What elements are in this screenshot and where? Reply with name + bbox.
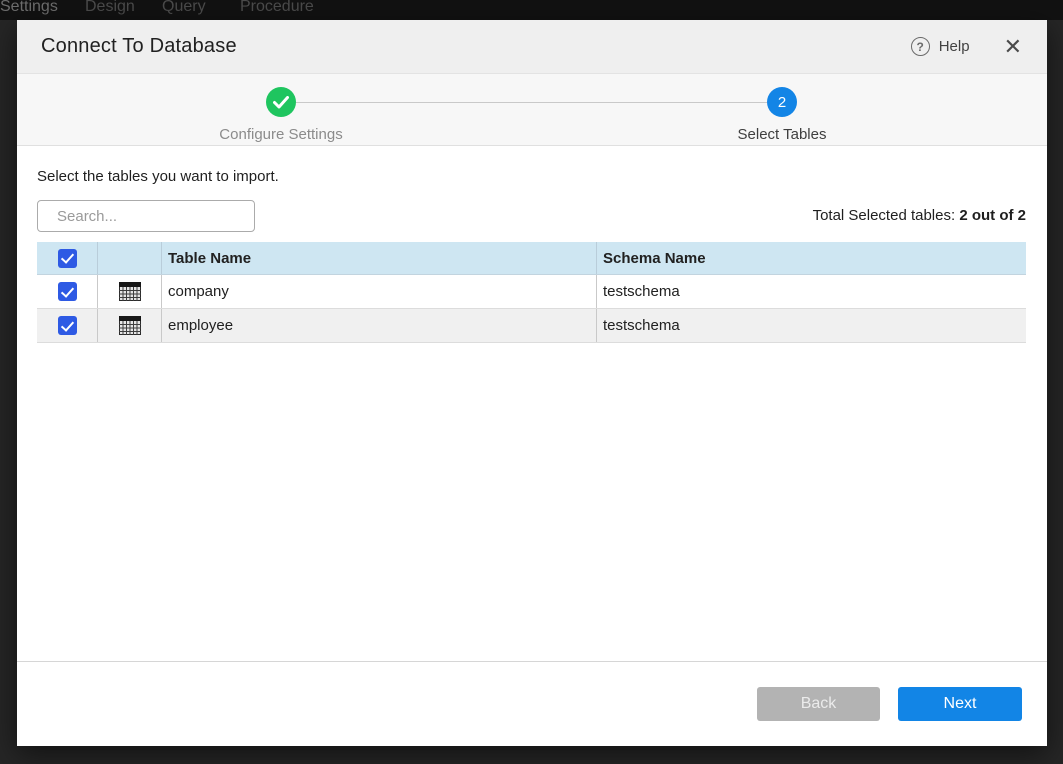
- row-checkbox[interactable]: [58, 316, 77, 335]
- icon-column-header: [98, 242, 162, 274]
- instruction-text: Select the tables you want to import.: [37, 168, 279, 185]
- connect-to-database-dialog: Connect To Database ? Help ✕ Configure S…: [17, 20, 1047, 746]
- cell-table-name: employee: [162, 309, 597, 342]
- help-button[interactable]: ? Help: [911, 37, 970, 56]
- column-header-schema-name[interactable]: Schema Name: [597, 242, 1026, 274]
- step-configure-settings[interactable]: Configure Settings: [201, 87, 361, 143]
- menu-item-design[interactable]: Design: [85, 0, 135, 16]
- cell-schema-name: testschema: [597, 275, 1026, 308]
- next-button[interactable]: Next: [898, 687, 1022, 721]
- table-search-box[interactable]: [37, 200, 255, 232]
- menu-item-query[interactable]: Query: [162, 0, 206, 16]
- dialog-header: Connect To Database ? Help ✕: [17, 20, 1047, 73]
- total-selected-label: Total Selected tables:: [813, 207, 960, 224]
- step-number-badge: 2: [767, 87, 797, 117]
- row-checkbox[interactable]: [58, 282, 77, 301]
- search-input[interactable]: [57, 208, 256, 225]
- select-all-checkbox[interactable]: [58, 249, 77, 268]
- menu-item-procedure[interactable]: Procedure: [240, 0, 314, 16]
- back-button[interactable]: Back: [757, 687, 880, 721]
- table-header-row: Table Name Schema Name: [37, 242, 1026, 275]
- tables-list: Table Name Schema Name company testschem…: [37, 242, 1026, 343]
- menu-item-settings[interactable]: Settings: [0, 0, 58, 16]
- background-menubar: Settings Design Query Procedure: [0, 0, 1063, 20]
- total-selected-value: 2 out of 2: [959, 207, 1026, 224]
- help-icon[interactable]: ?: [911, 37, 930, 56]
- stepper-connector-line: [296, 102, 767, 103]
- table-row[interactable]: employee testschema: [37, 309, 1026, 343]
- step-complete-check-icon: [266, 87, 296, 117]
- table-row[interactable]: company testschema: [37, 275, 1026, 309]
- footer-divider: [17, 661, 1047, 662]
- table-icon: [119, 282, 141, 301]
- table-icon: [119, 316, 141, 335]
- cell-schema-name: testschema: [597, 309, 1026, 342]
- column-header-table-name[interactable]: Table Name: [162, 242, 597, 274]
- close-icon[interactable]: ✕: [1004, 36, 1022, 58]
- step-select-tables[interactable]: 2 Select Tables: [702, 87, 862, 143]
- cell-table-name: company: [162, 275, 597, 308]
- step-label: Select Tables: [702, 126, 862, 143]
- help-label[interactable]: Help: [939, 38, 970, 55]
- total-selected-text: Total Selected tables: 2 out of 2: [813, 200, 1026, 232]
- wizard-stepper: Configure Settings 2 Select Tables: [17, 73, 1047, 146]
- step-label: Configure Settings: [201, 126, 361, 143]
- dialog-title: Connect To Database: [41, 35, 237, 58]
